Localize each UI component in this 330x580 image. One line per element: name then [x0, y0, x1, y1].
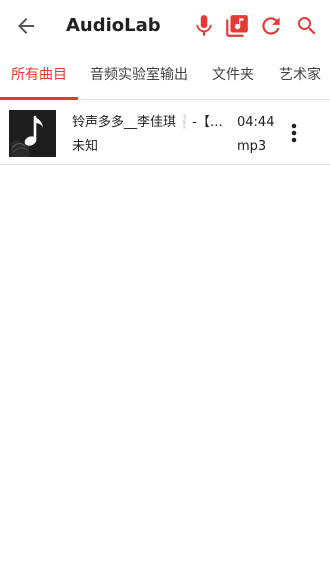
app-bar: AudioLab [0, 0, 330, 52]
app-title: AudioLab [66, 15, 161, 36]
song-title: 铃声多多__李佳琪❕-【中国风】 [72, 115, 230, 130]
tab-audiolab-output[interactable]: 音频实验室输出 [90, 52, 188, 99]
arrow-back-icon [18, 18, 34, 34]
search-icon [298, 17, 316, 35]
song-duration: 04:44 [237, 115, 275, 130]
back-button[interactable] [14, 14, 38, 38]
tab-artists[interactable]: 艺术家 [279, 52, 321, 99]
record-button[interactable] [190, 12, 218, 40]
more-vertical-icon [291, 123, 297, 143]
more-options-button[interactable] [284, 121, 304, 145]
refresh-button[interactable] [257, 12, 285, 40]
tab-folders[interactable]: 文件夹 [212, 52, 254, 99]
tab-bar: 所有曲目 音频实验室输出 文件夹 艺术家 [0, 52, 330, 100]
song-artist: 未知 [72, 139, 99, 154]
search-button[interactable] [293, 12, 321, 40]
music-library-icon [226, 15, 248, 37]
microphone-icon [196, 15, 212, 36]
song-format: mp3 [237, 139, 267, 154]
album-cover [9, 110, 56, 157]
music-library-button[interactable] [223, 12, 251, 40]
tab-all-tracks[interactable]: 所有曲目 [0, 52, 78, 99]
refresh-icon [262, 17, 280, 35]
song-row[interactable]: 铃声多多__李佳琪❕-【中国风】 未知 04:44 mp3 [0, 101, 330, 165]
music-note-icon [9, 110, 56, 157]
tab-selected-indicator [0, 97, 78, 100]
